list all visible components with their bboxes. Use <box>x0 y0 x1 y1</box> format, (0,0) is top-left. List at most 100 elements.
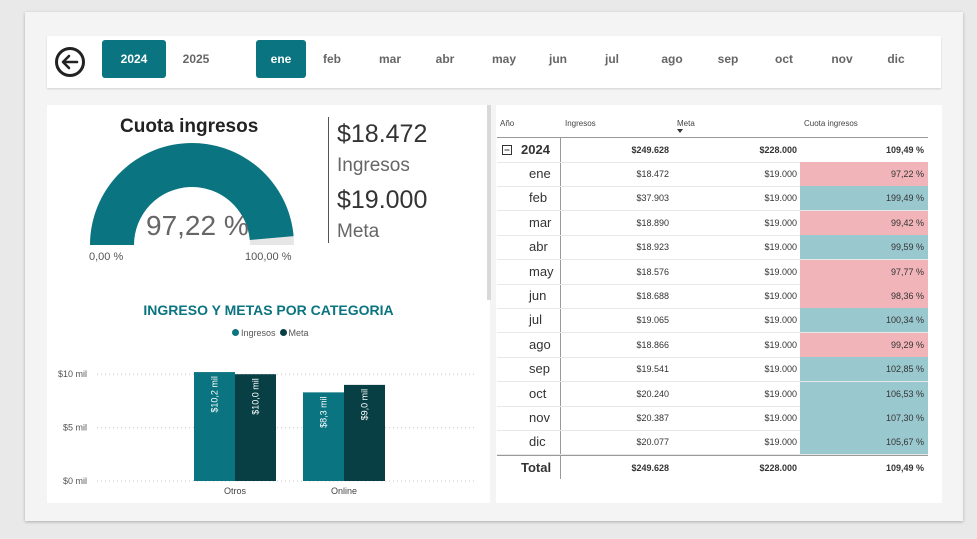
chart-legend: Ingresos Meta <box>232 328 309 338</box>
cuota-cell: 106,53 % <box>800 381 928 406</box>
cuota-cell: 199,49 % <box>800 186 928 211</box>
cuota-cell: 102,85 % <box>800 357 928 382</box>
cuota-cell: 98,36 % <box>800 284 928 308</box>
month-cell: feb <box>529 190 548 206</box>
month-cell: may <box>529 263 554 279</box>
table-row: oct $20.240 $19.000 106,53 % <box>497 381 928 407</box>
bar-chart: $0 mil $5 mil $10 mil $10,2 mil $10,0 mil Otr… <box>58 369 477 496</box>
table-row: may $18.576 $19.000 97,77 % <box>497 259 928 285</box>
col-header-meta[interactable]: Meta <box>677 119 695 128</box>
legend-label-meta: Meta <box>288 328 309 338</box>
gauge-min-label: 0,00 % <box>89 251 124 263</box>
month-cell: dic <box>529 434 546 450</box>
cuota-cell: 97,77 % <box>800 259 928 284</box>
gauge-value: 97,22 % <box>146 210 249 241</box>
y-tick-label: $0 mil <box>63 476 87 486</box>
legend-item-ingresos[interactable]: Ingresos <box>232 328 276 338</box>
col-header-year[interactable]: Año <box>500 119 514 128</box>
month-cell: sep <box>529 361 550 377</box>
col-header-ingresos[interactable]: Ingresos <box>565 119 596 128</box>
legend-item-meta[interactable]: Meta <box>279 328 309 338</box>
bar-data-label: $9,0 mil <box>360 389 370 421</box>
month-slicer-ago[interactable]: ago <box>652 40 692 78</box>
table-row: sep $19.541 $19.000 102,85 % <box>497 357 928 383</box>
y-tick-label: $5 mil <box>63 423 87 433</box>
kpi-meta-label: Meta <box>337 221 380 242</box>
month-slicer-ene[interactable]: ene <box>256 40 306 78</box>
kpi-meta-value: $19.000 <box>337 186 428 214</box>
meta-cell: $19.000 <box>764 193 797 204</box>
month-slicer-dic[interactable]: dic <box>876 40 916 78</box>
col-header-cuota[interactable]: Cuota ingresos <box>804 119 858 128</box>
sort-desc-icon[interactable] <box>677 129 683 133</box>
table-row: dic $20.077 $19.000 105,67 % <box>497 430 928 456</box>
month-slicer-nov[interactable]: nov <box>822 40 862 78</box>
legend-label-ingresos: Ingresos <box>241 328 276 338</box>
meta-cell: $19.000 <box>764 388 797 399</box>
ingresos-cell: $18.576 <box>636 266 669 277</box>
table-row: nov $20.387 $19.000 107,30 % <box>497 406 928 431</box>
cuota-cell: 100,34 % <box>800 308 928 333</box>
legend-dot-meta <box>279 329 287 336</box>
month-slicer-feb[interactable]: feb <box>312 40 352 78</box>
month-slicer-may[interactable]: may <box>484 40 524 78</box>
meta-cell: $19.000 <box>764 413 797 423</box>
month-cell: ene <box>529 166 551 181</box>
meta-cell: $19.000 <box>764 364 797 375</box>
bar-data-label: $10,0 mil <box>251 378 261 415</box>
table-row-year: 2024 $249.628 $228.000 109,49 % <box>497 138 928 163</box>
meta-cell: $19.000 <box>764 339 797 350</box>
total-cuota-cell: 109,49 % <box>885 463 924 473</box>
ingresos-cell: $18.923 <box>636 242 669 253</box>
ingresos-cell: $18.866 <box>636 339 669 350</box>
table-row: ene $18.472 $19.000 97,22 % <box>497 162 928 187</box>
panel-scrollbar[interactable] <box>487 105 491 300</box>
ingresos-cell: $20.077 <box>636 437 669 448</box>
ingresos-cell: $37.903 <box>636 193 669 204</box>
month-cell: oct <box>529 385 547 401</box>
month-slicer-sep[interactable]: sep <box>708 40 748 78</box>
month-cell: jun <box>529 288 547 303</box>
total-ingresos-cell: $249.628 <box>631 463 669 473</box>
month-cell: nov <box>529 410 550 425</box>
table-row: jul $19.065 $19.000 100,34 % <box>497 308 928 334</box>
year-cell: 2024 <box>521 142 550 157</box>
month-slicer-jun[interactable]: jun <box>538 40 578 78</box>
cuota-cell: 105,67 % <box>800 430 928 455</box>
table-row: abr $18.923 $19.000 99,59 % <box>497 235 928 261</box>
cuota-cell: 99,59 % <box>800 235 928 260</box>
back-button[interactable] <box>55 47 85 77</box>
year-ingresos-cell: $249.628 <box>631 145 669 155</box>
ingresos-cell: $18.890 <box>636 217 669 228</box>
table-row: jun $18.688 $19.000 98,36 % <box>497 284 928 309</box>
bar-data-label: $10,2 mil <box>210 376 220 413</box>
year-slicer-2024[interactable]: 2024 <box>102 40 166 78</box>
y-tick-label: $10 mil <box>58 369 87 379</box>
meta-cell: $19.000 <box>764 437 797 448</box>
month-cell: mar <box>529 214 552 230</box>
month-slicer-oct[interactable]: oct <box>764 40 804 78</box>
kpi-ingresos-value: $18.472 <box>337 120 428 148</box>
month-slicer-jul[interactable]: jul <box>592 40 632 78</box>
meta-cell: $19.000 <box>764 291 797 301</box>
meta-cell: $19.000 <box>764 169 797 179</box>
arrow-left-icon <box>61 54 79 70</box>
year-slicer-2025[interactable]: 2025 <box>170 40 222 78</box>
cuota-cell: 107,30 % <box>800 406 928 430</box>
table-row: mar $18.890 $19.000 99,42 % <box>497 210 928 236</box>
month-slicer-mar[interactable]: mar <box>370 40 410 78</box>
meta-cell: $19.000 <box>764 315 797 326</box>
month-cell: abr <box>529 239 548 255</box>
x-tick-label: Otros <box>224 486 247 496</box>
ingresos-cell: $18.472 <box>636 169 669 179</box>
year-meta-cell: $228.000 <box>759 145 797 155</box>
kpi-divider <box>328 117 329 243</box>
collapse-minus-icon[interactable] <box>502 145 512 155</box>
chart-title: INGRESO Y METAS POR CATEGORIA <box>143 302 394 318</box>
kpi-ingresos-label: Ingresos <box>337 155 410 176</box>
ingresos-cell: $18.688 <box>636 291 669 301</box>
month-slicer-abr[interactable]: abr <box>425 40 465 78</box>
table-row-total: Total $249.628 $228.000 109,49 % <box>497 456 928 480</box>
year-cuota-cell: 109,49 % <box>885 145 924 155</box>
cuota-cell: 99,29 % <box>800 332 928 357</box>
